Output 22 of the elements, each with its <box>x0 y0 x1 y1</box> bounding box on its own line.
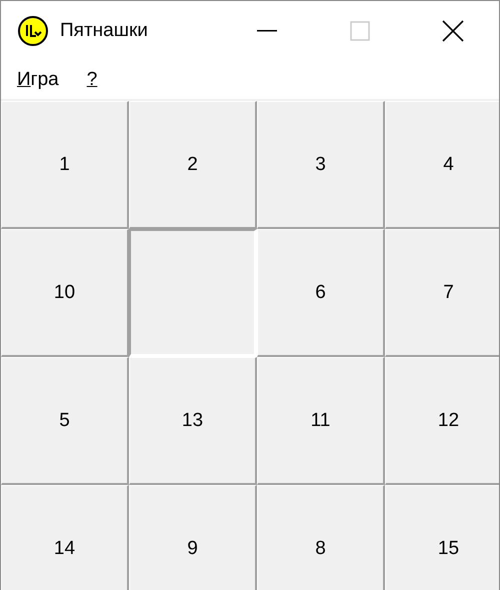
close-icon <box>442 20 464 42</box>
number-tile[interactable]: 9 <box>129 485 257 590</box>
number-tile[interactable]: 4 <box>385 101 499 229</box>
number-tile[interactable]: 14 <box>1 485 129 590</box>
number-tile[interactable]: 15 <box>385 485 499 590</box>
window-title: Пятнашки <box>60 20 149 42</box>
app-icon <box>18 16 48 46</box>
number-tile[interactable]: 13 <box>129 357 257 485</box>
menu-item[interactable]: Игра <box>17 69 59 91</box>
number-tile[interactable]: 2 <box>129 101 257 229</box>
number-tile[interactable]: 6 <box>257 229 385 357</box>
number-tile[interactable]: 12 <box>385 357 499 485</box>
menu-item[interactable]: ? <box>86 69 98 91</box>
number-tile[interactable]: 11 <box>257 357 385 485</box>
number-tile[interactable]: 10 <box>1 229 129 357</box>
number-tile[interactable]: 1 <box>1 101 129 229</box>
number-tile[interactable]: 3 <box>257 101 385 229</box>
minimize-icon <box>256 30 276 32</box>
number-tile[interactable]: 7 <box>385 229 499 357</box>
maximize-icon <box>350 21 370 41</box>
number-tile[interactable]: 5 <box>1 357 129 485</box>
number-tile[interactable]: 8 <box>257 485 385 590</box>
